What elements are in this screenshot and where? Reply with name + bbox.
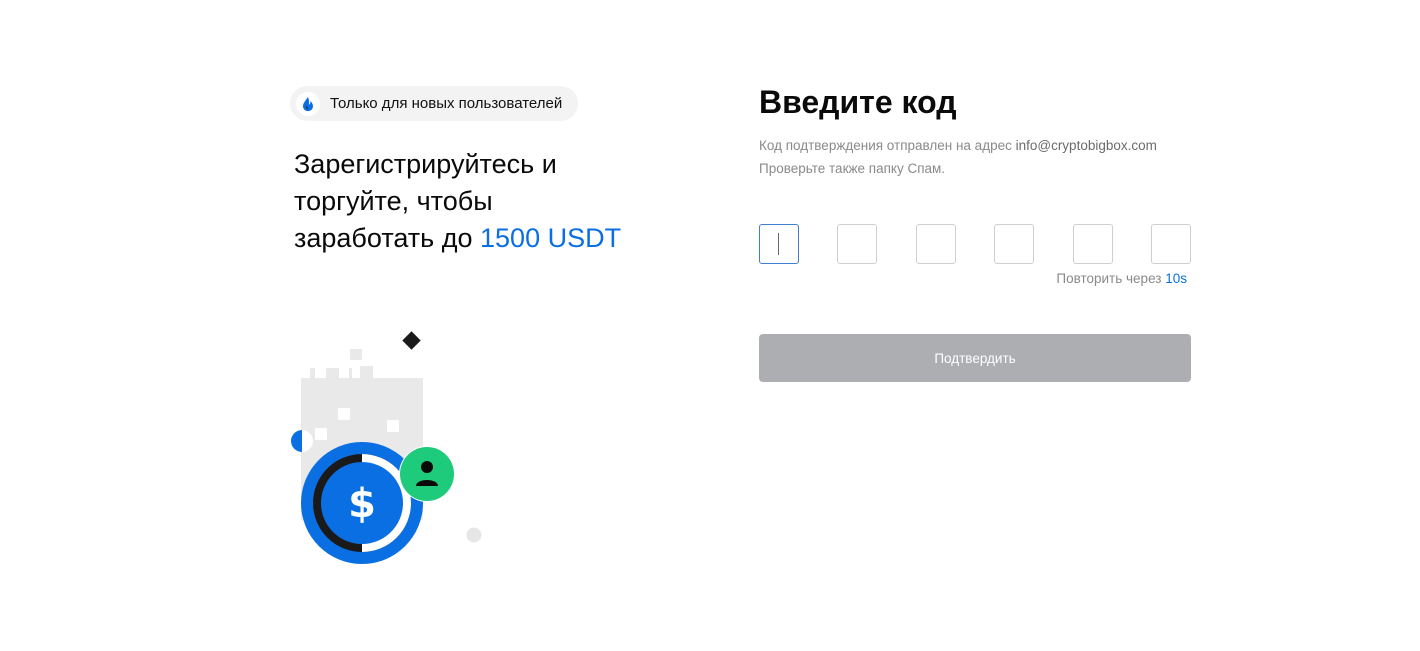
code-digit-5[interactable] [1073,224,1113,264]
verification-hint: Код подтверждения отправлен на адрес inf… [759,134,1199,180]
hint-line-2: Проверьте также папку Спам. [759,161,946,176]
drop-logo-icon [296,91,320,116]
svg-text:$: $ [348,481,376,527]
resend-timer: 10s [1165,271,1187,286]
register-verify-page: Только для новых пользователей Зарегистр… [0,0,1420,651]
headline-line-3: заработать до 1500 USDT [294,220,674,257]
text-caret [778,233,779,255]
code-digit-4[interactable] [994,224,1034,264]
resend-label: Повторить через [1056,271,1166,286]
code-digit-3[interactable] [916,224,956,264]
page-title: Введите код [759,84,957,120]
hint-prefix: Код подтверждения отправлен на адрес [759,138,1016,153]
verification-code-inputs [759,224,1191,264]
promo-headline: Зарегистрируйтесь и торгуйте, чтобы зара… [294,146,674,257]
hint-line-1: Код подтверждения отправлен на адрес inf… [759,134,1199,157]
email-address: info@cryptobigbox.com [1015,138,1157,153]
headline-line-3-prefix: заработать до [294,223,481,253]
headline-line-1: Зарегистрируйтесь и [294,149,557,179]
code-digit-2[interactable] [837,224,877,264]
confirm-button[interactable]: Подтвердить [759,334,1191,382]
code-digit-6[interactable] [1151,224,1191,264]
resend-countdown: Повторить через 10s [1056,271,1187,286]
headline-amount: 1500 USDT [480,223,622,253]
headline-line-2: торгуйте, чтобы [294,186,493,216]
dollar-coin-user-illustration: $ [280,320,500,580]
badge-label: Только для новых пользователей [330,95,563,112]
new-users-badge: Только для новых пользователей [290,86,579,121]
code-digit-1[interactable] [759,224,799,264]
